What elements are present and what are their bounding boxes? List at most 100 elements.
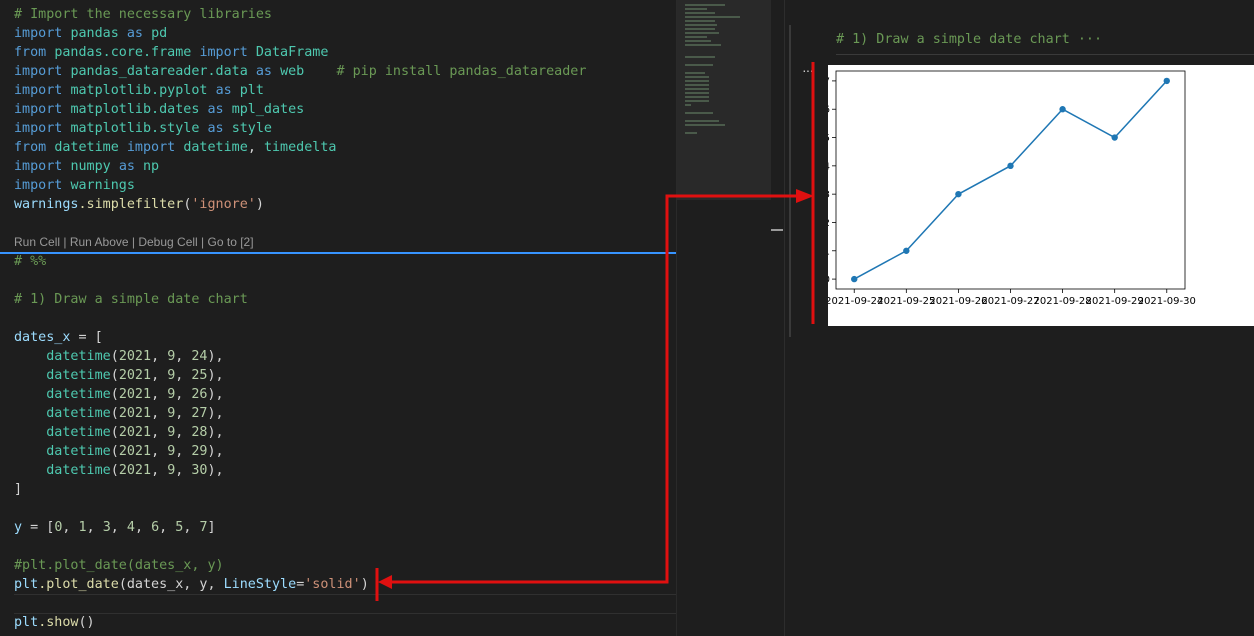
punctuation: , bbox=[175, 425, 192, 440]
current-line-highlight bbox=[14, 594, 676, 614]
string-literal: 'solid' bbox=[304, 577, 361, 592]
code-line: import matplotlib.pyplot as plt bbox=[14, 81, 264, 100]
x-tick-label: 2021-09-25 bbox=[877, 296, 935, 307]
debug-cell-link[interactable]: Debug Cell bbox=[138, 235, 197, 249]
punctuation: ( bbox=[110, 349, 119, 364]
x-tick-label: 2021-09-30 bbox=[1138, 296, 1196, 307]
code-line: ] bbox=[14, 480, 22, 499]
keyword: import bbox=[14, 159, 63, 174]
y-tick-label: 4 bbox=[828, 161, 830, 172]
alias: np bbox=[143, 159, 160, 174]
keyword: from bbox=[14, 140, 47, 155]
minimap-line bbox=[685, 28, 715, 30]
punctuation: ) bbox=[360, 577, 369, 592]
datetime-line: datetime(2021, 9, 30), bbox=[14, 461, 223, 480]
keyword: import bbox=[199, 45, 248, 60]
variable: plt bbox=[14, 577, 39, 592]
minimap-line bbox=[685, 72, 705, 74]
punctuation: , bbox=[175, 387, 192, 402]
number-literal: 6 bbox=[151, 520, 160, 535]
run-cell-link[interactable]: Run Cell bbox=[14, 235, 60, 249]
code-line: # 1) Draw a simple date chart bbox=[14, 290, 248, 309]
comment: # Import the necessary libraries bbox=[14, 7, 272, 22]
comment: #plt.plot_date(dates_x, y) bbox=[14, 558, 224, 573]
code-line: plt.show() bbox=[14, 613, 95, 632]
number-literal: 26 bbox=[191, 387, 208, 402]
function-name: datetime bbox=[46, 463, 111, 478]
minimap-line bbox=[685, 20, 715, 22]
punctuation: ( bbox=[110, 387, 119, 402]
punctuation: , bbox=[151, 387, 168, 402]
imported-name: DataFrame bbox=[255, 45, 329, 60]
alias: plt bbox=[239, 83, 264, 98]
datetime-line: datetime(2021, 9, 28), bbox=[14, 423, 223, 442]
punctuation: , bbox=[175, 368, 192, 383]
module-name: pandas_datareader.data bbox=[70, 64, 248, 79]
x-tick-label: 2021-09-27 bbox=[981, 296, 1039, 307]
punctuation: , bbox=[175, 444, 192, 459]
punctuation: , bbox=[183, 520, 200, 535]
variable: y bbox=[14, 520, 23, 535]
code-line: import pandas as pd bbox=[14, 24, 167, 43]
chart-output: 012345672021-09-242021-09-252021-09-2620… bbox=[824, 65, 1254, 326]
keyword: import bbox=[126, 140, 176, 155]
collapsed-ellipsis[interactable]: ··· bbox=[1078, 32, 1102, 47]
minimap[interactable] bbox=[676, 0, 787, 636]
minimap-line bbox=[685, 104, 691, 106]
code-editor[interactable]: # Import the necessary libraries import … bbox=[0, 0, 676, 636]
minimap-line bbox=[685, 4, 725, 6]
minimap-line bbox=[685, 76, 709, 78]
function-name: datetime bbox=[46, 444, 111, 459]
alias: pd bbox=[151, 26, 168, 41]
scrollbar-thumb[interactable] bbox=[771, 229, 783, 231]
punctuation: ), bbox=[207, 406, 224, 421]
punctuation: , bbox=[151, 368, 168, 383]
run-above-link[interactable]: Run Above bbox=[70, 235, 129, 249]
keyword: import bbox=[14, 26, 63, 41]
code-line: from pandas.core.frame import DataFrame bbox=[14, 43, 328, 62]
y-tick-label: 3 bbox=[828, 190, 830, 201]
go-to-link[interactable]: Go to [2] bbox=[208, 235, 254, 249]
punctuation: , bbox=[175, 349, 192, 364]
number-literal: 2021 bbox=[118, 463, 152, 478]
number-literal: 24 bbox=[191, 349, 208, 364]
module-name: warnings bbox=[70, 178, 135, 193]
punctuation: ( bbox=[110, 368, 119, 383]
separator: | bbox=[60, 235, 70, 249]
punctuation: , bbox=[151, 425, 168, 440]
more-actions-icon[interactable]: ··· bbox=[802, 62, 814, 78]
minimap-line bbox=[685, 56, 715, 58]
variable: warnings bbox=[14, 197, 79, 212]
heading-rule bbox=[836, 54, 1254, 55]
code-line: import pandas_datareader.data as web # p… bbox=[14, 62, 586, 81]
number-literal: 29 bbox=[191, 444, 208, 459]
string-literal: 'ignore' bbox=[191, 197, 256, 212]
code-line: warnings.simplefilter('ignore') bbox=[14, 195, 264, 214]
y-tick-label: 5 bbox=[828, 133, 830, 144]
datetime-line: datetime(2021, 9, 27), bbox=[14, 404, 224, 423]
function-name: datetime bbox=[46, 406, 111, 421]
punctuation: , bbox=[151, 444, 168, 459]
code-line: # %% bbox=[14, 252, 46, 271]
number-literal: 25 bbox=[191, 368, 208, 383]
keyword: as bbox=[207, 121, 224, 136]
code-line: import warnings bbox=[14, 176, 135, 195]
number-literal: 7 bbox=[199, 520, 208, 535]
y-tick-label: 0 bbox=[828, 275, 830, 286]
number-literal: 27 bbox=[191, 406, 208, 421]
punctuation: ( bbox=[110, 406, 119, 421]
keyword: import bbox=[14, 64, 63, 79]
number-literal: 4 bbox=[126, 520, 135, 535]
punctuation: = [ bbox=[22, 520, 55, 535]
punctuation: , bbox=[110, 520, 127, 535]
punctuation: , bbox=[175, 406, 192, 421]
minimap-line bbox=[685, 100, 709, 102]
punctuation: () bbox=[78, 615, 95, 630]
minimap-line bbox=[685, 96, 709, 98]
alias: web bbox=[280, 64, 305, 79]
code-line: from datetime import datetime, timedelta bbox=[14, 138, 337, 157]
function-name: .simplefilter bbox=[78, 197, 184, 212]
